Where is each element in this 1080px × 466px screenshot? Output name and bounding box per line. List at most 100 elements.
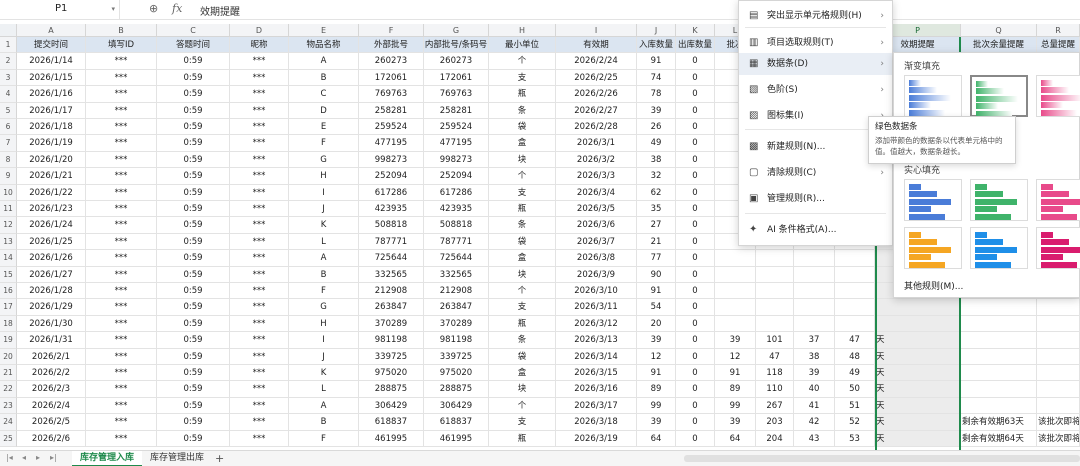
table-cell[interactable]: 2026/3/6 bbox=[556, 217, 637, 234]
column-header-d[interactable]: D bbox=[230, 24, 289, 37]
table-cell[interactable]: 支 bbox=[489, 299, 556, 316]
header-cell[interactable]: 入库数量 bbox=[637, 37, 676, 54]
table-cell[interactable]: *** bbox=[86, 201, 157, 218]
row-header[interactable]: 6 bbox=[0, 119, 17, 136]
table-cell[interactable]: 2026/2/4 bbox=[17, 397, 86, 415]
column-header-f[interactable]: F bbox=[359, 24, 424, 37]
table-cell[interactable]: *** bbox=[230, 69, 289, 87]
table-cell[interactable]: 339725 bbox=[359, 348, 424, 365]
table-cell[interactable]: 370289 bbox=[424, 315, 489, 333]
table-cell[interactable]: 0 bbox=[676, 201, 715, 218]
table-cell[interactable]: *** bbox=[86, 414, 157, 431]
table-cell[interactable] bbox=[1037, 365, 1080, 382]
header-cell[interactable]: 昵称 bbox=[230, 37, 289, 54]
table-cell[interactable]: 260273 bbox=[424, 53, 489, 70]
table-cell[interactable] bbox=[961, 397, 1037, 415]
table-cell[interactable]: 该批次即将用尽 bbox=[1037, 414, 1080, 431]
name-box[interactable]: P1 ▾ bbox=[0, 0, 120, 20]
table-cell[interactable]: 盒 bbox=[489, 365, 556, 382]
row-header[interactable]: 14 bbox=[0, 250, 17, 267]
table-cell[interactable]: 38 bbox=[637, 151, 676, 169]
table-cell[interactable]: 508818 bbox=[359, 217, 424, 234]
table-cell[interactable]: 2026/1/14 bbox=[17, 53, 86, 70]
table-cell[interactable] bbox=[835, 283, 875, 300]
table-cell[interactable]: 0 bbox=[676, 381, 715, 398]
table-cell[interactable]: 2026/1/27 bbox=[17, 266, 86, 283]
table-cell[interactable]: I bbox=[289, 332, 359, 349]
table-cell[interactable]: 769763 bbox=[424, 86, 489, 103]
table-cell[interactable]: *** bbox=[230, 233, 289, 251]
table-cell[interactable]: 617286 bbox=[424, 184, 489, 201]
row-header[interactable]: 15 bbox=[0, 266, 17, 283]
last-sheet-icon[interactable]: ▸| bbox=[50, 453, 57, 462]
table-cell[interactable]: 块 bbox=[489, 381, 556, 398]
first-sheet-icon[interactable]: |◂ bbox=[6, 453, 13, 462]
solid-bar-option[interactable] bbox=[1036, 179, 1080, 221]
table-cell[interactable]: 2026/1/17 bbox=[17, 102, 86, 119]
table-cell[interactable]: *** bbox=[230, 414, 289, 431]
table-cell[interactable]: 0:59 bbox=[157, 414, 230, 431]
table-cell[interactable]: 0:59 bbox=[157, 119, 230, 136]
table-cell[interactable]: 块 bbox=[489, 151, 556, 169]
table-cell[interactable] bbox=[961, 365, 1037, 382]
table-cell[interactable]: 0:59 bbox=[157, 348, 230, 365]
table-cell[interactable]: *** bbox=[230, 250, 289, 267]
table-cell[interactable]: 306429 bbox=[359, 397, 424, 415]
table-cell[interactable]: F bbox=[289, 135, 359, 152]
row-header[interactable]: 25 bbox=[0, 430, 17, 447]
table-cell[interactable] bbox=[835, 315, 875, 333]
table-cell[interactable]: B bbox=[289, 266, 359, 283]
table-cell[interactable]: 461995 bbox=[424, 430, 489, 447]
table-cell[interactable]: 2026/1/16 bbox=[17, 86, 86, 103]
table-cell[interactable]: *** bbox=[86, 233, 157, 251]
table-cell[interactable]: 0:59 bbox=[157, 250, 230, 267]
column-header-c[interactable]: C bbox=[157, 24, 230, 37]
table-cell[interactable]: F bbox=[289, 430, 359, 447]
table-cell[interactable]: 剩余有效期64天 bbox=[961, 430, 1037, 447]
table-cell[interactable]: 203 bbox=[756, 414, 794, 431]
table-cell[interactable] bbox=[756, 299, 794, 316]
table-cell[interactable]: 2026/3/8 bbox=[556, 250, 637, 267]
table-cell[interactable]: 39 bbox=[637, 332, 676, 349]
table-cell[interactable]: 2026/3/5 bbox=[556, 201, 637, 218]
table-cell[interactable]: *** bbox=[86, 69, 157, 87]
table-cell[interactable] bbox=[961, 332, 1037, 349]
table-cell[interactable]: 2026/2/25 bbox=[556, 69, 637, 87]
row-header[interactable]: 7 bbox=[0, 135, 17, 152]
table-cell[interactable]: 332565 bbox=[359, 266, 424, 283]
table-cell[interactable]: 天 bbox=[875, 430, 961, 447]
header-cell[interactable]: 最小单位 bbox=[489, 37, 556, 54]
table-cell[interactable]: 块 bbox=[489, 266, 556, 283]
menu-item-color-scales[interactable]: ▧ 色阶(S) › bbox=[739, 79, 892, 101]
table-cell[interactable]: 91 bbox=[715, 365, 756, 382]
row-header[interactable]: 22 bbox=[0, 381, 17, 398]
table-cell[interactable] bbox=[794, 299, 835, 316]
table-cell[interactable]: *** bbox=[86, 250, 157, 267]
table-cell[interactable]: *** bbox=[230, 283, 289, 300]
sheet-tab[interactable]: 库存管理入库 bbox=[72, 451, 143, 466]
table-cell[interactable]: 条 bbox=[489, 102, 556, 119]
table-cell[interactable]: *** bbox=[230, 365, 289, 382]
table-cell[interactable]: 99 bbox=[715, 397, 756, 415]
table-cell[interactable]: *** bbox=[86, 151, 157, 169]
table-cell[interactable]: 252094 bbox=[359, 168, 424, 185]
table-cell[interactable]: *** bbox=[86, 168, 157, 185]
table-cell[interactable]: 477195 bbox=[359, 135, 424, 152]
row-header[interactable]: 18 bbox=[0, 315, 17, 333]
row-header[interactable]: 21 bbox=[0, 365, 17, 382]
table-cell[interactable]: 47 bbox=[835, 332, 875, 349]
header-cell[interactable]: 物品名称 bbox=[289, 37, 359, 54]
table-cell[interactable] bbox=[1037, 381, 1080, 398]
table-cell[interactable]: 2026/1/30 bbox=[17, 315, 86, 333]
table-cell[interactable]: 101 bbox=[756, 332, 794, 349]
header-cell[interactable]: 提交时间 bbox=[17, 37, 86, 54]
table-cell[interactable]: K bbox=[289, 217, 359, 234]
add-sheet-button[interactable]: + bbox=[215, 451, 224, 466]
table-cell[interactable]: 个 bbox=[489, 283, 556, 300]
table-cell[interactable]: *** bbox=[86, 283, 157, 300]
table-cell[interactable]: 2026/3/9 bbox=[556, 266, 637, 283]
table-cell[interactable] bbox=[715, 250, 756, 267]
table-cell[interactable] bbox=[715, 299, 756, 316]
table-cell[interactable]: 支 bbox=[489, 184, 556, 201]
table-cell[interactable]: 0:59 bbox=[157, 102, 230, 119]
